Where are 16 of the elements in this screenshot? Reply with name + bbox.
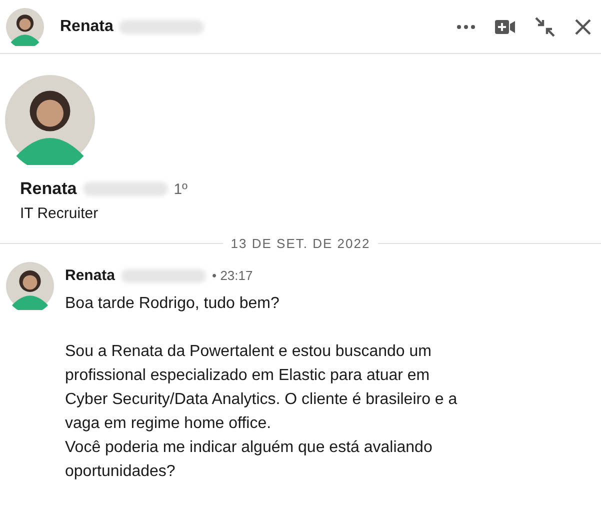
more-icon[interactable] bbox=[457, 24, 475, 28]
sender-name[interactable]: Renata bbox=[65, 267, 116, 284]
profile-name[interactable]: Renata bbox=[20, 179, 77, 199]
contact-name[interactable]: Renata bbox=[60, 18, 114, 36]
avatar-icon bbox=[5, 75, 95, 165]
message-time: • 23:17 bbox=[212, 268, 253, 283]
message-text: Boa tarde Rodrigo, tudo bem? bbox=[65, 294, 280, 314]
profile-headline: IT Recruiter bbox=[20, 205, 100, 222]
video-call-icon[interactable] bbox=[495, 20, 515, 34]
close-icon[interactable] bbox=[575, 18, 591, 34]
date-divider: 13 DE SET. DE 2022 bbox=[230, 236, 372, 251]
avatar-icon bbox=[6, 8, 44, 46]
message-text: Sou a Renata da Powertalent e estou buscando um profissional especializado em Elastic para atuar em Cyber Security/Data Analytics. O cliente é brasileiro e a vaga em regime home office. Você poderia me indicar alguém que está avaliando oportunidades? bbox=[65, 342, 458, 482]
minimize-icon[interactable] bbox=[535, 16, 555, 36]
connection-degree: 1º bbox=[174, 180, 188, 198]
avatar-icon bbox=[6, 262, 54, 310]
